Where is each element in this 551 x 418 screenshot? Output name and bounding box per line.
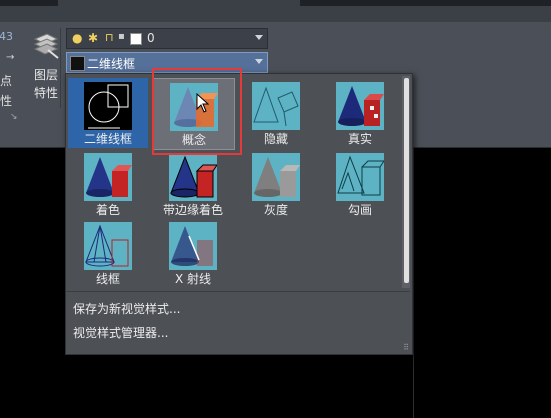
menu-divider bbox=[66, 291, 410, 292]
strip-segment bbox=[0, 0, 58, 6]
lightbulb-icon[interactable]: ● bbox=[72, 31, 82, 45]
strip-segment bbox=[300, 0, 551, 6]
layer-dropdown[interactable]: ● ✱ ⊓ ▪ 0 bbox=[66, 28, 268, 49]
tile-label: 带边缘着色 bbox=[162, 203, 223, 217]
layer-stack-icon bbox=[33, 33, 59, 59]
scrollbar-thumb[interactable] bbox=[404, 78, 409, 283]
arrow-right-icon: → bbox=[6, 52, 15, 63]
tile-label: 隐藏 bbox=[263, 132, 288, 146]
resize-grip-icon[interactable]: ⠿ bbox=[403, 343, 409, 352]
shaded-icon bbox=[84, 153, 132, 201]
fragment-label-top: 点 bbox=[0, 74, 13, 88]
chevron-down-icon[interactable] bbox=[255, 35, 263, 40]
panel-expand-icon[interactable]: ↘ bbox=[10, 112, 18, 122]
tile-label: 线框 bbox=[95, 272, 120, 286]
sun-icon[interactable]: ✱ bbox=[88, 31, 98, 45]
wireframe-2d-icon bbox=[84, 82, 132, 130]
realistic-icon bbox=[336, 82, 384, 130]
tile-shaded-edges[interactable]: 带边缘着色 bbox=[153, 149, 233, 219]
tile-sketchy[interactable]: 勾画 bbox=[320, 149, 400, 219]
layer-properties-label-1: 图层 bbox=[34, 68, 59, 82]
fragment-label-bottom: 性 bbox=[0, 94, 13, 108]
tile-shaded[interactable]: 着色 bbox=[68, 149, 148, 219]
unlock-icon[interactable]: ⊓ bbox=[105, 31, 114, 44]
tile-wireframe[interactable]: 线框 bbox=[68, 218, 148, 288]
xray-icon bbox=[169, 222, 217, 270]
tile-label: 勾画 bbox=[347, 203, 372, 217]
tile-hidden[interactable]: 隐藏 bbox=[236, 78, 316, 148]
tile-xray[interactable]: X 射线 bbox=[153, 218, 233, 288]
hidden-icon bbox=[252, 82, 300, 130]
ribbon-divider bbox=[60, 28, 61, 108]
layer-properties-label-2: 特性 bbox=[34, 86, 59, 100]
tile-label: 着色 bbox=[95, 203, 120, 217]
tile-label: 灰度 bbox=[263, 203, 288, 217]
tile-label: 真实 bbox=[347, 132, 372, 146]
wireframe-icon bbox=[84, 222, 132, 270]
tile-realistic[interactable]: 真实 bbox=[320, 78, 400, 148]
grayscale-icon bbox=[252, 153, 300, 201]
tile-label: 二维线框 bbox=[83, 132, 132, 146]
tile-label: X 射线 bbox=[174, 272, 212, 286]
sketchy-icon bbox=[336, 153, 384, 201]
title-strip bbox=[0, 0, 551, 22]
visual-style-manager-item[interactable]: 视觉样式管理器... bbox=[73, 324, 168, 341]
layer-color-swatch[interactable] bbox=[130, 33, 142, 45]
tile-grayscale[interactable]: 灰度 bbox=[236, 149, 316, 219]
layer-properties-button[interactable]: 图层 特性 bbox=[28, 30, 68, 104]
chevron-down-icon[interactable] bbox=[255, 59, 263, 64]
mouse-cursor-icon bbox=[196, 93, 210, 113]
viewport-divider bbox=[413, 147, 414, 418]
fragment-number: 43 bbox=[0, 30, 13, 43]
visual-style-current: 二维线框 bbox=[87, 57, 136, 71]
shaded-with-edges-icon bbox=[169, 153, 217, 201]
tile-wireframe-2d[interactable]: 二维线框 bbox=[68, 78, 148, 148]
wireframe-2d-small-icon bbox=[70, 56, 85, 71]
save-as-visual-style-item[interactable]: 保存为新视觉样式... bbox=[73, 300, 180, 317]
print-icon[interactable]: ▪ bbox=[118, 31, 125, 42]
layer-name: 0 bbox=[147, 31, 155, 45]
